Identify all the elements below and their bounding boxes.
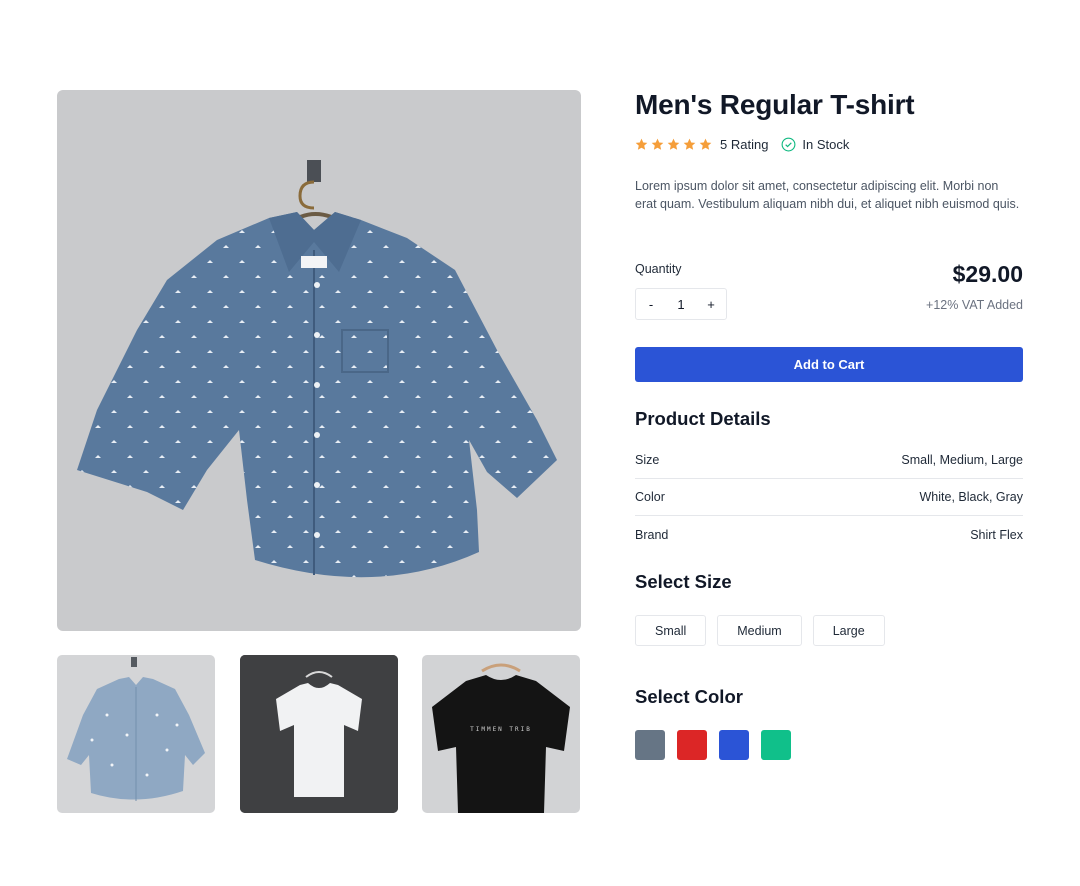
size-option-medium[interactable]: Medium — [717, 615, 802, 646]
star-icon — [699, 138, 712, 150]
detail-row-size: Size Small, Medium, Large — [635, 442, 1023, 479]
black-tshirt-thumb-image: TIMMEN TRIB — [432, 663, 570, 813]
detail-row-color: Color White, Black, Gray — [635, 479, 1023, 516]
detail-value: Shirt Flex — [970, 527, 1023, 542]
detail-value: Small, Medium, Large — [901, 453, 1023, 467]
stock-status: In Stock — [781, 137, 849, 152]
select-color-title: Select Color — [635, 686, 743, 707]
white-tshirt-thumb-image — [240, 655, 398, 813]
product-title: Men's Regular T-shirt — [635, 89, 915, 120]
thumbnail-black-tshirt[interactable]: TIMMEN TRIB — [422, 655, 580, 813]
product-details-table: Size Small, Medium, Large Color White, B… — [635, 442, 1023, 553]
quantity-stepper: - 1 + — [635, 288, 727, 320]
color-swatch-red[interactable] — [677, 730, 707, 760]
quantity-label: Quantity — [635, 262, 682, 276]
decrement-button[interactable]: - — [636, 297, 666, 312]
star-icon — [635, 138, 648, 150]
add-to-cart-button[interactable]: Add to Cart — [635, 347, 1023, 382]
product-details-title: Product Details — [635, 408, 771, 429]
detail-label: Color — [635, 490, 665, 504]
detail-label: Size — [635, 453, 660, 467]
star-icon — [683, 138, 696, 150]
color-swatch-blue[interactable] — [719, 730, 749, 760]
thumbnail-denim-shirt[interactable] — [57, 655, 215, 813]
size-option-small[interactable]: Small — [635, 615, 707, 646]
star-icon — [667, 138, 680, 150]
select-size-title: Select Size — [635, 571, 732, 592]
tshirt-print-text: TIMMEN TRIB — [470, 726, 532, 733]
star-icon — [651, 138, 664, 150]
star-rating — [635, 138, 712, 151]
denim-shirt-thumb-image — [67, 657, 205, 801]
detail-value: White, Black, Gray — [919, 490, 1024, 504]
quantity-value[interactable]: 1 — [666, 297, 696, 312]
color-options — [635, 730, 791, 760]
product-info: Men's Regular T-shirt 5 Rating In Stock … — [635, 88, 1023, 760]
product-description: Lorem ipsum dolor sit amet, consectetur … — [635, 179, 1020, 211]
product-main-image — [57, 90, 581, 631]
rating-text: 5 Rating — [720, 136, 769, 152]
thumbnail-white-tshirt[interactable] — [240, 655, 398, 813]
check-circle-icon — [781, 137, 796, 151]
vat-note: +12% VAT Added — [926, 298, 1023, 312]
size-options: Small Medium Large — [635, 615, 885, 646]
detail-label: Brand — [635, 527, 669, 542]
rating-row: 5 Rating In Stock — [635, 136, 849, 152]
color-swatch-green[interactable] — [761, 730, 791, 760]
price: $29.00 — [952, 261, 1023, 287]
size-option-large[interactable]: Large — [812, 615, 885, 646]
detail-row-brand: Brand Shirt Flex — [635, 516, 1023, 553]
denim-shirt-image — [77, 160, 557, 578]
increment-button[interactable]: + — [696, 297, 726, 312]
color-swatch-gray[interactable] — [635, 730, 665, 760]
stock-text: In Stock — [802, 136, 850, 152]
